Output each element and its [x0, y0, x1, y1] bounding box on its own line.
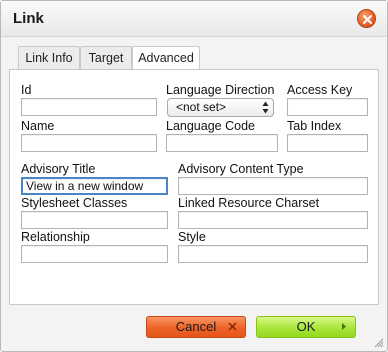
language-code-field[interactable] — [166, 134, 278, 152]
name-field[interactable] — [21, 134, 157, 152]
advisory-content-type-field[interactable] — [178, 177, 368, 195]
stylesheet-classes-field[interactable] — [21, 211, 168, 229]
advanced-panel: Id Language Direction <not set> Access K… — [9, 69, 379, 305]
linked-resource-charset-label: Linked Resource Charset — [178, 196, 320, 210]
language-direction-label: Language Direction — [166, 83, 275, 97]
linked-resource-charset-field[interactable] — [178, 211, 368, 229]
advisory-title-field[interactable] — [21, 177, 168, 195]
dialog-title: Link — [13, 10, 44, 27]
tab-link-info[interactable]: Link Info — [18, 46, 80, 69]
name-label: Name — [21, 119, 55, 133]
advisory-title-label: Advisory Title — [21, 162, 96, 176]
close-button[interactable] — [357, 9, 376, 28]
dialog-titlebar[interactable]: Link — [1, 1, 387, 37]
tab-index-field[interactable] — [287, 134, 368, 152]
advisory-content-type-label: Advisory Content Type — [178, 162, 304, 176]
resize-grip-icon[interactable] — [374, 338, 384, 348]
tab-target[interactable]: Target — [80, 46, 132, 69]
tab-index-label: Tab Index — [287, 119, 342, 133]
style-label: Style — [178, 230, 206, 244]
stylesheet-classes-label: Stylesheet Classes — [21, 196, 128, 210]
close-icon — [363, 15, 372, 24]
tab-advanced[interactable]: Advanced — [132, 46, 200, 70]
link-dialog: Link Link Info Target Advanced Id Langua… — [0, 0, 388, 352]
updown-arrows-icon — [262, 101, 269, 114]
language-direction-value: <not set> — [176, 100, 227, 114]
relationship-field[interactable] — [21, 245, 168, 263]
relationship-label: Relationship — [21, 230, 90, 244]
language-direction-select[interactable]: <not set> — [167, 98, 274, 117]
id-label: Id — [21, 83, 32, 97]
access-key-label: Access Key — [287, 83, 353, 97]
id-field[interactable] — [21, 98, 157, 116]
ok-button-label: OK — [296, 319, 316, 334]
cancel-button[interactable]: Cancel — [146, 316, 246, 338]
cancel-button-label: Cancel — [175, 319, 217, 334]
language-code-label: Language Code — [166, 119, 255, 133]
access-key-field[interactable] — [287, 98, 368, 116]
ok-button[interactable]: OK — [256, 316, 356, 338]
style-field[interactable] — [178, 245, 368, 263]
arrow-right-icon — [342, 323, 346, 330]
x-icon — [228, 322, 237, 331]
